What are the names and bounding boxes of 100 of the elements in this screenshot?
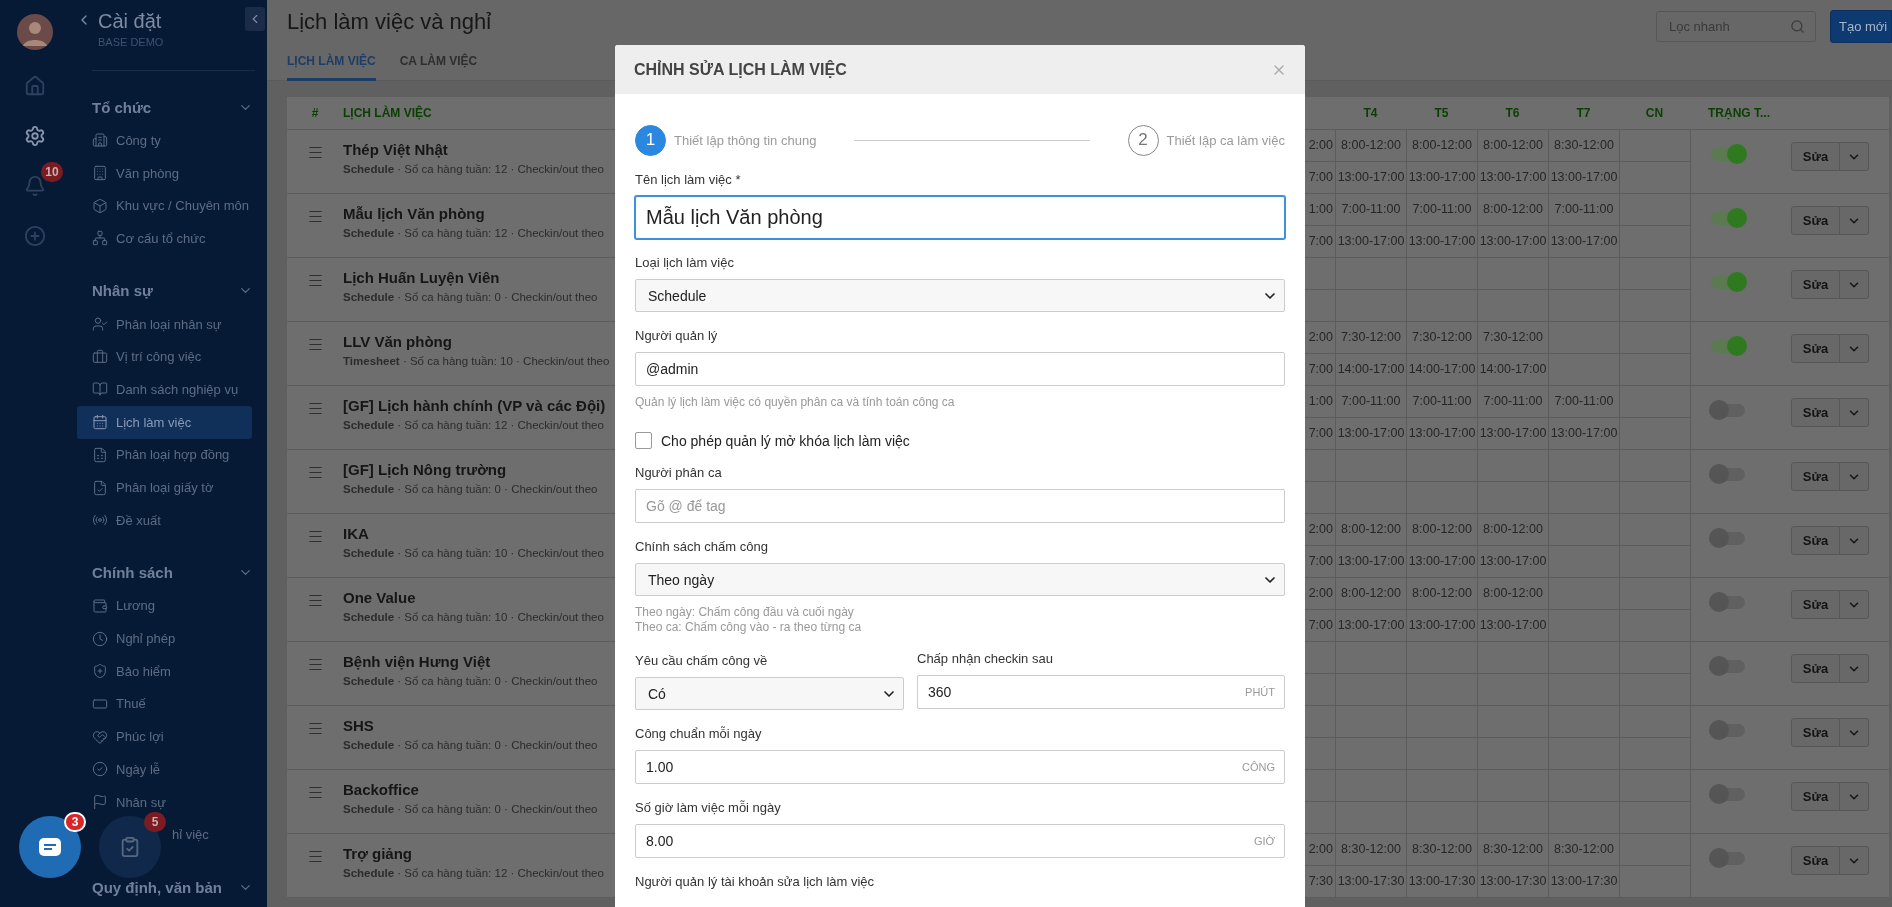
- edit-button[interactable]: Sửa: [1791, 526, 1840, 555]
- drag-handle-icon[interactable]: [306, 272, 324, 289]
- checkbox-label: Cho phép quản lý mở khóa lịch làm việc: [661, 432, 910, 449]
- time-cell: 14:00-17:00: [1479, 362, 1547, 377]
- sidebar-item[interactable]: Cơ cấu tổ chức: [77, 222, 252, 255]
- step-label: Thiết lập thông tin chung: [674, 132, 817, 148]
- bell-icon[interactable]: [24, 175, 46, 197]
- field-label: Người phân ca: [635, 465, 723, 480]
- time-cell: 13:00-17:30: [1550, 874, 1618, 889]
- select-field[interactable]: Có: [635, 677, 904, 710]
- sidebar-item[interactable]: Vị trí công việc: [77, 340, 252, 374]
- drag-handle-icon[interactable]: [306, 144, 324, 161]
- more-button[interactable]: [1840, 782, 1869, 811]
- time-cell: 8:00-12:00: [1483, 586, 1543, 601]
- sidebar-item[interactable]: Thuế: [77, 687, 252, 721]
- edit-button[interactable]: Sửa: [1791, 718, 1840, 747]
- time-cell: 7:00: [1308, 426, 1333, 441]
- time-cell: 13:00-17:00: [1337, 426, 1405, 441]
- home-icon[interactable]: [24, 75, 46, 97]
- unit-label: GIỜ: [1253, 835, 1275, 847]
- sidebar-item[interactable]: Công ty: [77, 124, 252, 157]
- create-button[interactable]: Tạo mới: [1830, 9, 1892, 43]
- drag-handle-icon[interactable]: [306, 656, 324, 673]
- more-button[interactable]: [1840, 398, 1869, 427]
- schedule-name: One Value: [343, 589, 417, 606]
- field-label: Chính sách chấm công: [635, 539, 769, 554]
- time-cell: 2:00: [1308, 138, 1333, 153]
- sidebar-item[interactable]: Phân loại nhân sự: [77, 307, 252, 341]
- settings-icon[interactable]: [24, 125, 46, 147]
- schedule-name: Lịch Huấn Luyện Viên: [343, 269, 501, 286]
- input-field[interactable]: @admin: [635, 352, 1285, 386]
- step-number[interactable]: 2: [1127, 124, 1159, 156]
- section-title[interactable]: Nhân sự: [92, 282, 153, 300]
- more-button[interactable]: [1840, 654, 1869, 683]
- drag-handle-icon[interactable]: [306, 400, 324, 417]
- add-icon[interactable]: [24, 225, 46, 247]
- time-cell: 7:30: [1308, 874, 1333, 889]
- section-title[interactable]: Tổ chức: [92, 98, 152, 116]
- sidebar-item[interactable]: Phúc lợi: [77, 720, 252, 753]
- sidebar-item[interactable]: Phân loại hợp đồng: [77, 438, 252, 472]
- select-field[interactable]: Theo ngày: [635, 563, 1285, 596]
- drag-handle-icon[interactable]: [306, 784, 324, 801]
- drag-handle-icon[interactable]: [306, 464, 324, 481]
- edit-button[interactable]: Sửa: [1791, 782, 1840, 811]
- time-cell: 8:30-12:00: [1554, 842, 1614, 857]
- input-field[interactable]: Mẫu lịch Văn phòng: [635, 196, 1285, 239]
- more-button[interactable]: [1840, 718, 1869, 747]
- tab[interactable]: LỊCH LÀM VIỆC: [287, 44, 376, 81]
- time-cell: 7:00-11:00: [1341, 394, 1401, 409]
- file-check-icon: [92, 479, 108, 496]
- edit-button[interactable]: Sửa: [1791, 206, 1840, 235]
- input-field[interactable]: Gõ @ để tag: [635, 489, 1285, 523]
- drag-handle-icon[interactable]: [306, 528, 324, 545]
- edit-button[interactable]: Sửa: [1791, 270, 1840, 299]
- edit-button[interactable]: Sửa: [1791, 142, 1840, 171]
- section-title[interactable]: Chính sách: [92, 564, 173, 582]
- sidebar-item[interactable]: Nghỉ phép: [77, 622, 252, 655]
- edit-button[interactable]: Sửa: [1791, 590, 1840, 619]
- sidebar-item[interactable]: Khu vực / Chuyên môn: [77, 189, 252, 223]
- drag-handle-icon[interactable]: [306, 336, 324, 353]
- more-button[interactable]: [1840, 526, 1869, 555]
- checkbox[interactable]: [635, 432, 652, 449]
- step-number[interactable]: 1: [635, 124, 666, 156]
- tab[interactable]: CA LÀM VIỆC: [399, 44, 478, 81]
- cube-icon: [92, 197, 108, 214]
- edit-button[interactable]: Sửa: [1791, 334, 1840, 363]
- time-cell: 8:30-12:00: [1412, 842, 1472, 857]
- sidebar-item[interactable]: Phân loại giấy tờ: [77, 471, 252, 504]
- sidebar-item[interactable]: Văn phòng: [77, 156, 252, 190]
- section-title[interactable]: Quy định, văn bản: [92, 878, 222, 896]
- sidebar-item[interactable]: Lịch làm việc: [77, 405, 252, 439]
- time-cell: 13:00-17:30: [1408, 874, 1476, 889]
- more-button[interactable]: [1840, 206, 1869, 235]
- more-button[interactable]: [1840, 590, 1869, 619]
- avatar[interactable]: [17, 14, 53, 50]
- drag-handle-icon[interactable]: [306, 848, 324, 865]
- edit-button[interactable]: Sửa: [1791, 462, 1840, 491]
- select-field[interactable]: Schedule: [635, 279, 1285, 312]
- collapse-button[interactable]: [245, 7, 265, 31]
- schedule-name: LLV Văn phòng: [343, 333, 453, 350]
- more-button[interactable]: [1840, 270, 1869, 299]
- drag-handle-icon[interactable]: [306, 720, 324, 737]
- sidebar-item[interactable]: Ngày lễ: [77, 753, 252, 786]
- more-button[interactable]: [1840, 334, 1869, 363]
- sidebar-item[interactable]: Đề xuất: [77, 503, 252, 537]
- more-button[interactable]: [1840, 846, 1869, 875]
- edit-button[interactable]: Sửa: [1791, 398, 1840, 427]
- sidebar-item[interactable]: Bảo hiểm: [77, 654, 252, 688]
- more-button[interactable]: [1840, 462, 1869, 491]
- sidebar-item[interactable]: Danh sách nghiệp vụ: [77, 373, 252, 406]
- wallet-icon: [92, 597, 108, 614]
- drag-handle-icon[interactable]: [306, 592, 324, 609]
- more-button[interactable]: [1840, 142, 1869, 171]
- drag-handle-icon[interactable]: [306, 208, 324, 225]
- edit-button[interactable]: Sửa: [1791, 654, 1840, 683]
- edit-button[interactable]: Sửa: [1791, 846, 1840, 875]
- time-cell: 2:00: [1308, 330, 1333, 345]
- unit-label: CÔNG: [1242, 761, 1275, 773]
- sidebar-item[interactable]: hỉ việc: [168, 818, 252, 852]
- sidebar-item[interactable]: Lương: [77, 589, 252, 623]
